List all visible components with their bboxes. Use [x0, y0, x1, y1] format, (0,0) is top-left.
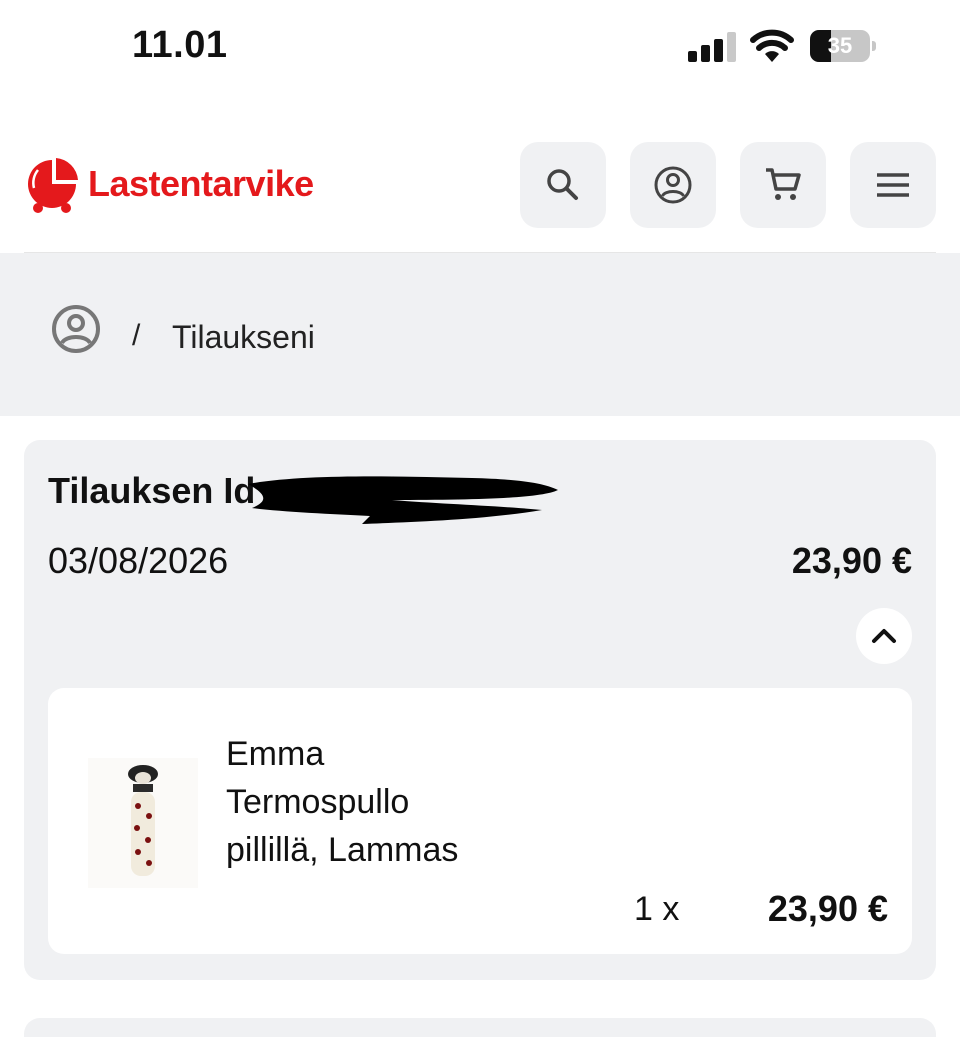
status-bar: 11.01 35 — [0, 0, 960, 100]
site-header: Lastentarvike — [0, 130, 960, 250]
breadcrumb-separator: / — [132, 319, 141, 352]
breadcrumb: / Tilaukseni — [0, 253, 960, 416]
breadcrumb-current: Tilaukseni — [172, 319, 315, 355]
battery-icon: 35 — [810, 30, 876, 62]
item-price: 23,90 € — [767, 888, 888, 929]
breadcrumb-account-link[interactable] — [50, 303, 102, 355]
wifi-icon — [750, 28, 794, 64]
account-button[interactable] — [630, 142, 716, 228]
product-image[interactable] — [88, 758, 198, 888]
order-item[interactable]: Emma Termospullo pillillä, Lammas 1 x 23… — [48, 688, 912, 954]
search-button[interactable] — [520, 142, 606, 228]
cellular-signal-icon — [688, 32, 736, 62]
product-name[interactable]: Emma Termospullo pillillä, Lammas — [226, 730, 466, 874]
order-date: 03/08/2026 — [48, 540, 229, 581]
collapse-order-button[interactable] — [856, 608, 912, 664]
order-total: 23,90 € — [791, 540, 912, 581]
logo-text: Lastentarvike — [88, 163, 314, 204]
menu-icon — [877, 173, 909, 197]
cart-button[interactable] — [740, 142, 826, 228]
user-icon — [52, 305, 100, 353]
order-id-label: Tilauksen Id — [48, 470, 256, 511]
status-time: 11.01 — [132, 24, 228, 66]
redaction-scribble — [248, 476, 558, 524]
stroller-logo-icon — [28, 158, 78, 213]
search-icon — [547, 169, 578, 200]
menu-button[interactable] — [850, 142, 936, 228]
battery-level: 35 — [827, 33, 853, 58]
cart-icon — [766, 168, 801, 200]
next-order-card[interactable] — [24, 1018, 936, 1037]
user-icon — [654, 166, 692, 204]
chevron-up-icon — [872, 629, 896, 643]
item-quantity: 1 x — [634, 890, 680, 928]
order-card: Tilauksen Id 03/08/2026 23,90 € Emma Ter… — [24, 440, 936, 980]
logo[interactable]: Lastentarvike — [24, 154, 314, 214]
